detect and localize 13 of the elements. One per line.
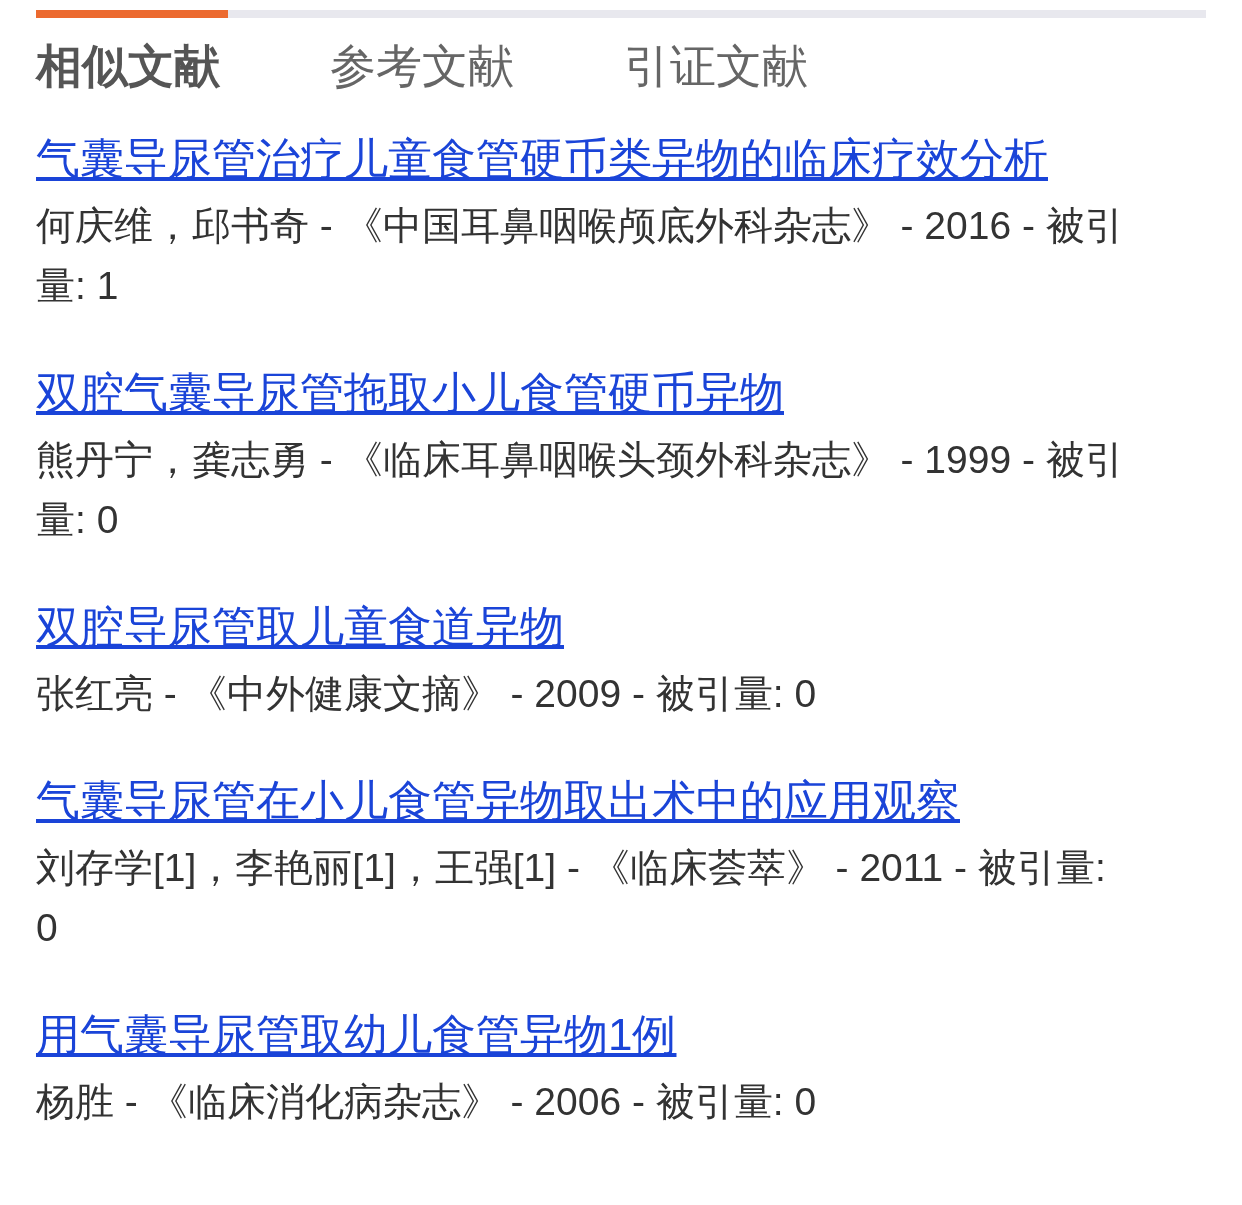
- tab[interactable]: 参考文献: [330, 38, 514, 94]
- article-title-link[interactable]: 气囊导尿管在小儿食管异物取出术中的应用观察: [36, 774, 960, 828]
- article-title-link[interactable]: 双腔导尿管取儿童食道异物: [36, 600, 564, 654]
- article-meta: 熊丹宁，龚志勇 - 《临床耳鼻咽喉头颈外科杂志》 - 1999 - 被引量: 0: [36, 437, 1125, 543]
- article-title-link[interactable]: 气囊导尿管治疗儿童食管硬币类异物的临床疗效分析: [36, 132, 1048, 186]
- article-meta: 刘存学[1]，李艳丽[1]，王强[1] - 《临床荟萃》 - 2011 - 被引量: 0: [36, 845, 1107, 951]
- article-meta: 张红亮 - 《中外健康文摘》 - 2009 - 被引量: 0: [36, 671, 818, 717]
- tab[interactable]: 引证文献: [624, 38, 808, 94]
- article-title-link[interactable]: 双腔气囊导尿管拖取小儿食管硬币异物: [36, 366, 784, 420]
- article-title-link[interactable]: 用气囊导尿管取幼儿食管异物1例: [36, 1008, 677, 1062]
- tab[interactable]: 相似文献: [36, 38, 220, 94]
- article-meta: 何庆维，邱书奇 - 《中国耳鼻咽喉颅底外科杂志》 - 2016 - 被引量: 1: [36, 203, 1125, 309]
- article-meta: 杨胜 - 《临床消化病杂志》 - 2006 - 被引量: 0: [36, 1079, 818, 1125]
